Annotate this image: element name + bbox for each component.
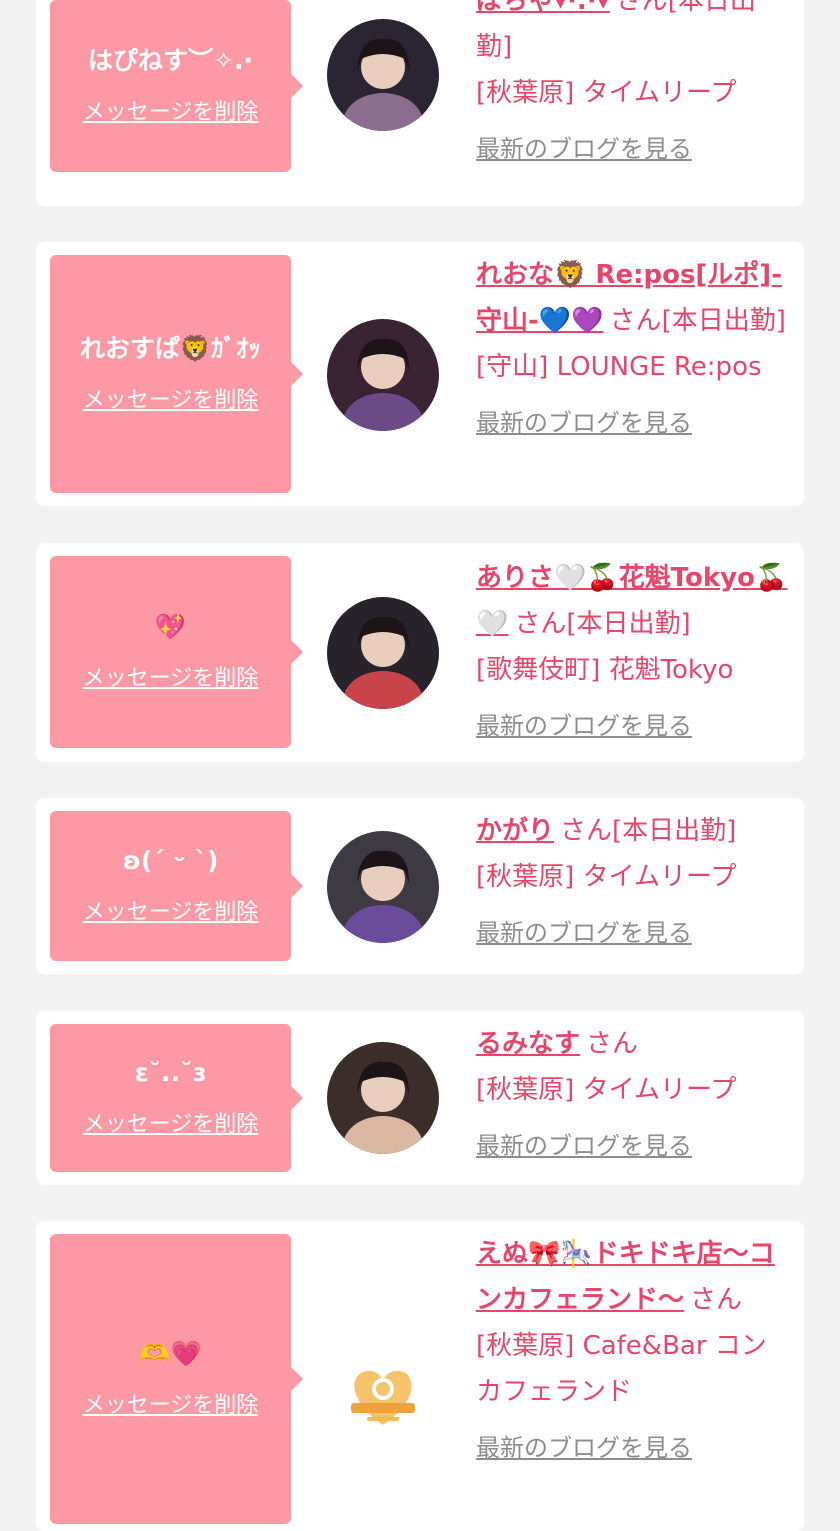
status-text: [本日出勤] [661,306,786,336]
shop-name: タイムリープ [582,1075,737,1105]
cast-name-link[interactable]: るみなす [476,1029,580,1059]
message-text: ε˘..˘ɜ [134,1058,207,1087]
cast-name-line: えぬ🎀🎠ドキドキ店〜コンカフェランド〜 さん [476,1231,788,1323]
delete-message-link[interactable]: メッセージを削除 [83,898,259,928]
avatar-photo [327,319,439,431]
honorific-label: さん [609,306,662,336]
favorite-card: ε˘..˘ɜ メッセージを削除 るみなす さん [秋葉原] タイムリープ 最新のブログを見… [36,1011,804,1185]
shop-line: [秋葉原] タイムリープ [476,854,788,900]
shop-line: [守山] LOUNGE Re:pos [476,344,788,390]
message-bubble: ʚ(ˊ ᵕ ˋ) メッセージを削除 [50,811,303,961]
area-text: [歌舞伎町] [476,655,601,685]
cast-info: れおな🦁 Re:pos[ルポ]-守山-💙💜 さん[本日出勤] [守山] LOUNGE… [476,252,788,446]
avatar-photo [327,597,439,709]
area-text: [守山] [476,352,549,382]
cast-name-line: かがり さん[本日出勤] [476,808,788,854]
area-text: [秋葉原] [476,862,575,892]
avatar[interactable] [327,19,439,131]
cast-name-line: ぽちゃ▾·.·▾ さん[本日出勤] [476,0,788,70]
honorific-label: さん [560,816,613,846]
avatar[interactable] [327,1042,439,1154]
message-bubble: はぴねす︶✧.· メッセージを削除 [50,0,303,172]
cast-name-line: れおな🦁 Re:pos[ルポ]-守山-💙💜 さん[本日出勤] [476,252,788,344]
honorific-label: さん [690,1285,743,1315]
delete-message-link[interactable]: メッセージを削除 [83,386,259,416]
latest-blog-link[interactable]: 最新のブログを見る [476,1425,788,1471]
message-text: れおすぱ🦁ｶﾞｵｯ [79,334,262,363]
avatar[interactable] [327,831,439,943]
cast-name-line: ありさ🤍🍒花魁Tokyo🍒🤍 さん[本日出勤] [476,555,788,647]
delete-message-link[interactable]: メッセージを削除 [83,664,259,694]
honorific-label: さん [615,0,668,16]
cast-name-line: るみなす さん [476,1021,788,1067]
message-bubble: れおすぱ🦁ｶﾞｵｯ メッセージを削除 [50,255,303,493]
cast-info: かがり さん[本日出勤] [秋葉原] タイムリープ 最新のブログを見る [476,808,788,956]
shop-line: [秋葉原] タイムリープ [476,1067,788,1113]
area-text: [秋葉原] [476,1075,575,1105]
message-bubble: 🫶💗 メッセージを削除 [50,1234,303,1524]
message-bubble: ε˘..˘ɜ メッセージを削除 [50,1024,303,1172]
cast-info: るみなす さん [秋葉原] タイムリープ 最新のブログを見る [476,1021,788,1169]
delete-message-link[interactable]: メッセージを削除 [83,98,259,128]
favorite-card: ʚ(ˊ ᵕ ˋ) メッセージを削除 かがり さん[本日出勤] [秋葉原] タイムリープ最… [36,798,804,974]
area-text: [秋葉原] [476,1331,575,1361]
latest-blog-link[interactable]: 最新のブログを見る [476,126,788,172]
shop-name: LOUNGE Re:pos [556,352,762,382]
avatar-photo [327,19,439,131]
heart-c-logo-icon [327,1339,439,1451]
avatar[interactable] [327,597,439,709]
favorite-card: はぴねす︶✧.· メッセージを削除 ぽちゃ▾·.·▾ さん[本日出勤] [秋葉原] タイ… [36,0,804,206]
cast-info: えぬ🎀🎠ドキドキ店〜コンカフェランド〜 さん [秋葉原] Cafe&Bar コンカフ… [476,1231,788,1471]
favorites-list: はぴねす︶✧.· メッセージを削除 ぽちゃ▾·.·▾ さん[本日出勤] [秋葉原] タイ… [0,0,840,1531]
message-bubble: 💖 メッセージを削除 [50,556,303,748]
area-text: [秋葉原] [476,78,575,108]
latest-blog-link[interactable]: 最新のブログを見る [476,400,788,446]
favorite-card: 🫶💗 メッセージを削除 えぬ🎀🎠ドキドキ店〜コンカフェランド〜 さん [秋葉原] Caf… [36,1221,804,1531]
delete-message-link[interactable]: メッセージを削除 [83,1391,259,1421]
shop-line: [歌舞伎町] 花魁Tokyo [476,647,788,693]
honorific-label: さん [514,609,567,639]
shop-name: タイムリープ [582,862,737,892]
latest-blog-link[interactable]: 最新のブログを見る [476,1123,788,1169]
avatar[interactable] [327,1339,439,1451]
status-text: [本日出勤] [566,609,691,639]
cast-name-link[interactable]: ぽちゃ▾·.·▾ [476,0,610,16]
avatar[interactable] [327,319,439,431]
cast-info: ありさ🤍🍒花魁Tokyo🍒🤍 さん[本日出勤] [歌舞伎町] 花魁Tokyo 最新のブ… [476,555,788,749]
honorific-label: さん [586,1029,639,1059]
shop-name: 花魁Tokyo [608,655,734,685]
message-text: ʚ(ˊ ᵕ ˋ) [122,846,219,875]
avatar-photo [327,1042,439,1154]
favorite-card: れおすぱ🦁ｶﾞｵｯ メッセージを削除 れおな🦁 Re:pos[ルポ]-守山-💙💜 さん… [36,242,804,506]
status-text: [本日出勤] [612,816,737,846]
cast-info: ぽちゃ▾·.·▾ さん[本日出勤] [秋葉原] タイムリープ 最新のブログを見る [476,0,788,172]
latest-blog-link[interactable]: 最新のブログを見る [476,703,788,749]
shop-line: [秋葉原] Cafe&Bar コンカフェランド [476,1323,788,1415]
delete-message-link[interactable]: メッセージを削除 [83,1110,259,1140]
avatar-photo [327,831,439,943]
message-text: 💖 [154,612,187,641]
cast-name-link[interactable]: かがり [476,816,554,846]
message-text: はぴねす︶✧.· [88,46,253,75]
latest-blog-link[interactable]: 最新のブログを見る [476,910,788,956]
shop-line: [秋葉原] タイムリープ [476,70,788,116]
message-text: 🫶💗 [139,1339,202,1368]
shop-name: タイムリープ [582,78,737,108]
favorite-card: 💖 メッセージを削除 ありさ🤍🍒花魁Tokyo🍒🤍 さん[本日出勤] [歌舞伎町] 花魁… [36,543,804,762]
